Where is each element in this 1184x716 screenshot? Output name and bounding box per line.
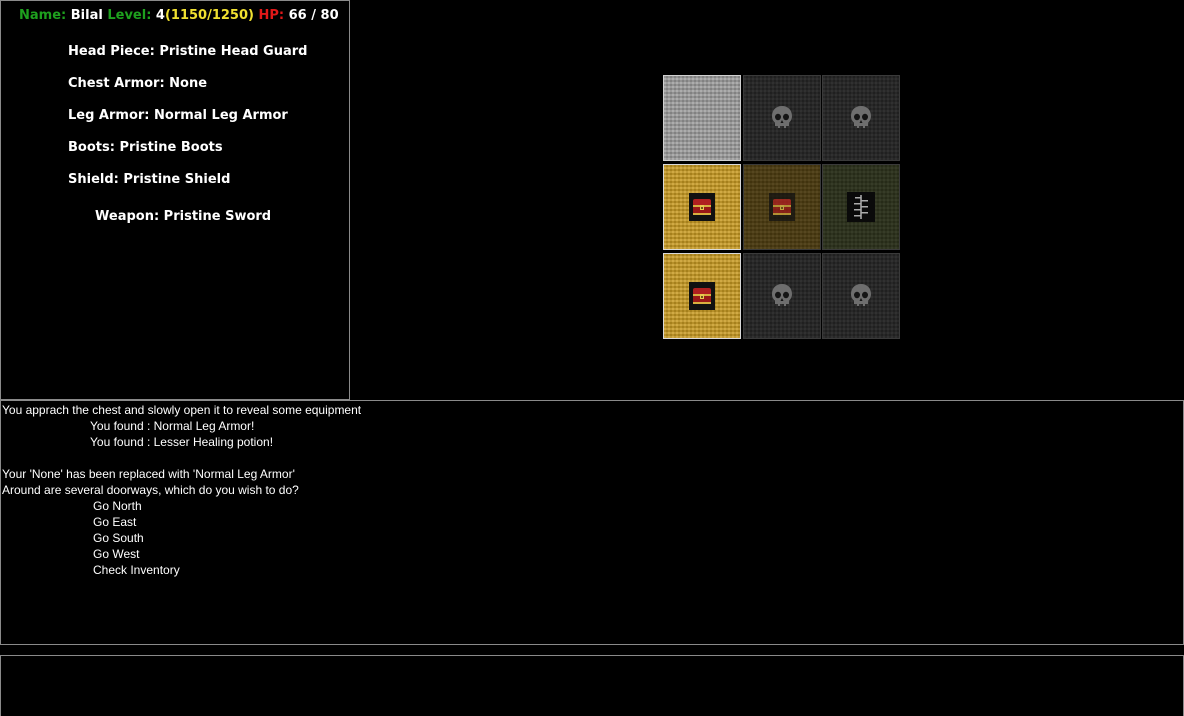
chest-icon	[689, 282, 715, 310]
stairs-icon	[847, 192, 875, 222]
player-name: Bilal	[70, 8, 103, 23]
skull-icon	[849, 283, 873, 309]
game-log: You apprach the chest and slowly open it…	[0, 400, 1184, 645]
player-level: 4	[155, 8, 165, 23]
log-message: You apprach the chest and slowly open it…	[2, 403, 362, 417]
option-go-north[interactable]: Go North	[93, 498, 142, 514]
skull-icon	[849, 105, 873, 131]
boots-slot: Boots: Pristine Boots	[68, 140, 223, 155]
map-tile	[743, 75, 821, 161]
weapon-slot: Weapon: Pristine Sword	[95, 209, 272, 224]
option-check-inventory[interactable]: Check Inventory	[93, 562, 180, 578]
command-input-area[interactable]	[0, 655, 1184, 716]
head-piece-slot: Head Piece: Pristine Head Guard	[68, 44, 308, 59]
skull-icon	[770, 105, 794, 131]
hp-value: 66 / 80	[288, 8, 339, 23]
loot-message: You found : Normal Leg Armor!	[90, 419, 255, 433]
chest-armor-slot: Chest Armor: None	[68, 76, 208, 91]
shield-slot: Shield: Pristine Shield	[68, 172, 231, 187]
map-tile	[663, 164, 741, 250]
dungeon-map	[663, 75, 900, 339]
chest-icon	[689, 193, 715, 221]
map-tile	[663, 253, 741, 339]
skull-icon	[770, 283, 794, 309]
map-tile-current	[663, 75, 741, 161]
map-tile	[822, 253, 900, 339]
status-line: Name: Bilal Level: 4(1150/1250) HP: 66 /…	[19, 8, 339, 23]
chest-icon	[769, 193, 795, 221]
option-go-west[interactable]: Go West	[93, 546, 139, 562]
loot-message: You found : Lesser Healing potion!	[90, 435, 274, 449]
leg-armor-slot: Leg Armor: Normal Leg Armor	[68, 108, 288, 123]
choice-prompt: Around are several doorways, which do yo…	[2, 483, 299, 497]
name-label: Name:	[19, 8, 67, 23]
level-label: Level:	[107, 8, 152, 23]
map-tile	[822, 75, 900, 161]
log-message: Your 'None' has been replaced with 'Norm…	[2, 467, 295, 481]
option-go-east[interactable]: Go East	[93, 514, 136, 530]
experience-value: (1150/1250)	[164, 8, 254, 23]
option-go-south[interactable]: Go South	[93, 530, 144, 546]
character-panel: Name: Bilal Level: 4(1150/1250) HP: 66 /…	[0, 0, 350, 400]
map-tile	[822, 164, 900, 250]
hp-label: HP:	[258, 8, 285, 23]
map-tile	[743, 164, 821, 250]
map-tile	[743, 253, 821, 339]
